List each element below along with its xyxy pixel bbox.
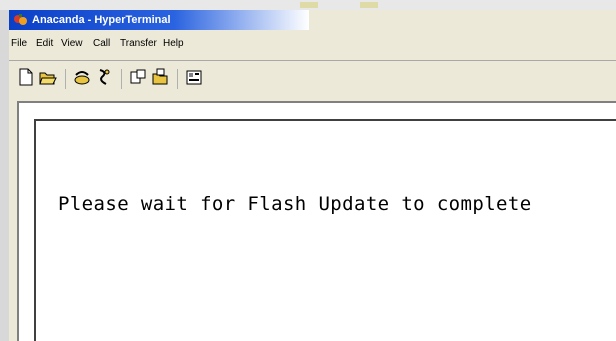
menu-transfer[interactable]: Transfer xyxy=(120,37,157,51)
send-icon xyxy=(129,68,147,91)
connect-icon xyxy=(73,68,91,91)
menu-view[interactable]: View xyxy=(61,37,83,51)
hyperterminal-icon[interactable] xyxy=(13,13,28,27)
new-connection-icon xyxy=(17,68,35,91)
terminal-area[interactable]: Please wait for Flash Update to complete xyxy=(34,119,616,341)
desktop-item xyxy=(360,2,378,8)
menu-file[interactable]: File xyxy=(11,37,27,51)
title-bar[interactable]: Anacanda - HyperTerminal xyxy=(9,10,309,30)
hyperterminal-window: Anacanda - HyperTerminal File Edit View … xyxy=(0,0,616,341)
toolbar xyxy=(9,61,616,101)
receive-button[interactable] xyxy=(149,67,171,91)
left-window-border xyxy=(0,10,9,341)
menu-bar: File Edit View Call Transfer Help xyxy=(9,30,616,60)
disconnect-icon xyxy=(95,68,113,91)
desktop-strip xyxy=(0,0,616,10)
open-icon xyxy=(39,68,57,91)
terminal-output: Please wait for Flash Update to complete xyxy=(58,193,532,215)
window-title: Anacanda - HyperTerminal xyxy=(32,14,171,26)
menu-help[interactable]: Help xyxy=(163,37,184,51)
send-button[interactable] xyxy=(127,67,149,91)
toolbar-divider xyxy=(65,69,66,89)
menu-call[interactable]: Call xyxy=(93,37,110,51)
properties-button[interactable] xyxy=(183,67,205,91)
new-connection-button[interactable] xyxy=(15,67,37,91)
disconnect-button[interactable] xyxy=(93,67,115,91)
toolbar-divider xyxy=(121,69,122,89)
menu-edit[interactable]: Edit xyxy=(36,37,53,51)
properties-icon xyxy=(185,68,203,91)
terminal-frame: Please wait for Flash Update to complete xyxy=(17,101,616,341)
toolbar-divider xyxy=(177,69,178,89)
open-button[interactable] xyxy=(37,67,59,91)
receive-icon xyxy=(151,68,169,91)
desktop-item xyxy=(300,2,318,8)
connect-button[interactable] xyxy=(71,67,93,91)
